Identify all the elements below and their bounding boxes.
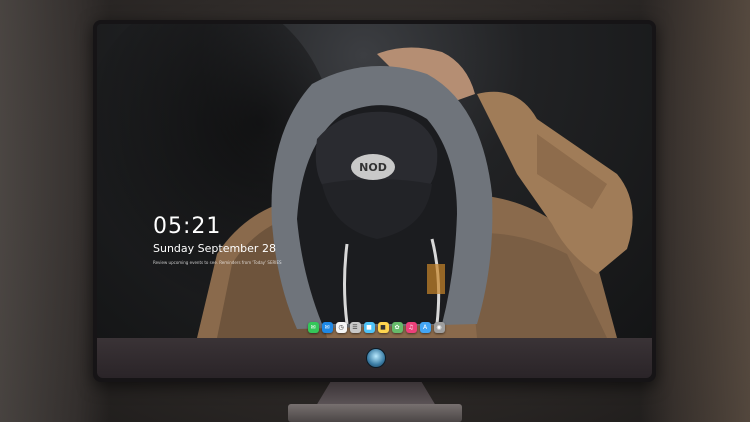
svg-text:NOD: NOD (359, 161, 387, 174)
lock-screen-notification: Review upcoming events to see. Reminders… (153, 260, 282, 265)
monitor-stand-neck (316, 382, 436, 406)
monitor-frame: NOD 05:21 Sunday September 28 Review upc… (93, 20, 656, 382)
finder-icon[interactable]: ■ (363, 321, 375, 333)
lock-screen-time: 05:21 (153, 214, 222, 239)
music-icon[interactable]: ♫ (405, 321, 417, 333)
wallpaper-hooded-figure: NOD (197, 47, 633, 338)
clock-icon[interactable]: ◷ (335, 321, 347, 333)
appstore-icon[interactable]: A (419, 321, 431, 333)
messages-icon[interactable]: ✉ (307, 321, 319, 333)
lock-screen-date: Sunday September 28 (153, 242, 276, 255)
notes-icon[interactable]: ☰ (349, 321, 361, 333)
desktop-screen: NOD 05:21 Sunday September 28 Review upc… (97, 24, 652, 338)
monitor-stand-base (288, 404, 462, 422)
photos-icon[interactable]: ✿ (391, 321, 403, 333)
dock: ✉ ✉ ◷ ☰ ■ ■ ✿ ♫ A ◉ (287, 320, 465, 334)
camera-icon[interactable]: ◉ (433, 321, 445, 333)
mail-icon[interactable]: ✉ (321, 321, 333, 333)
background-right-blur (640, 0, 750, 422)
alien-logo-icon (366, 348, 386, 368)
stickies-icon[interactable]: ■ (377, 321, 389, 333)
